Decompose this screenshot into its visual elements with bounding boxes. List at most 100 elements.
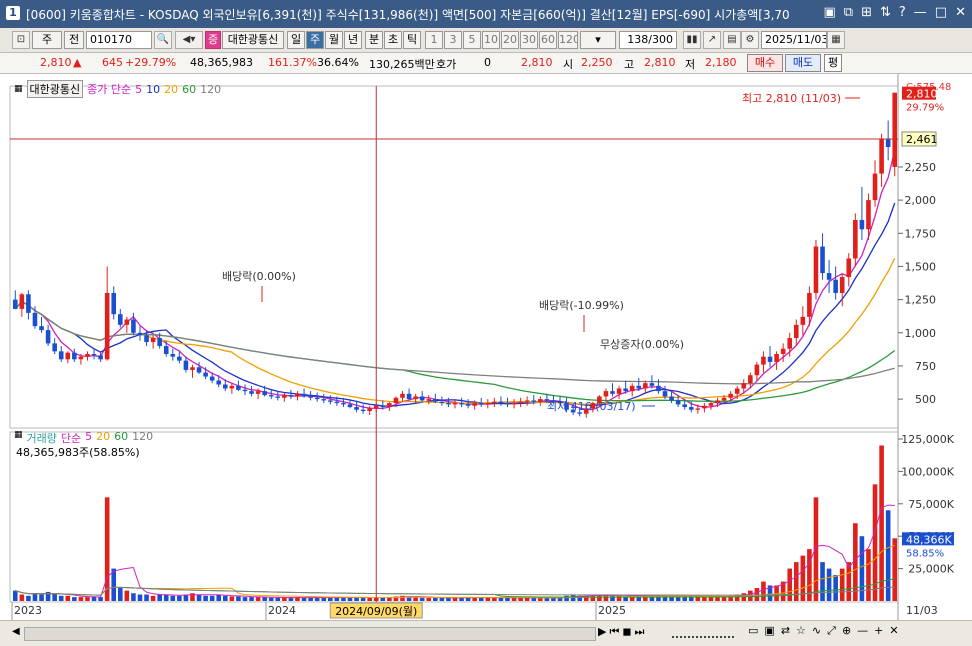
interval-20[interactable]: 20 [501,31,519,49]
date-input[interactable]: 2025/11/03 [761,31,827,49]
count-input[interactable]: 138/300 [619,31,677,49]
box2-icon[interactable]: ▣ [764,624,774,638]
link-icon[interactable]: ▣ [823,5,835,20]
candle-body [859,220,865,230]
cross-icon[interactable]: ✕ [889,624,898,638]
volume-bar [826,568,832,601]
tab-minute[interactable]: 분 [365,31,383,49]
stock-code-input[interactable]: 010170 [86,31,152,49]
first-icon[interactable]: ⏮ [609,625,619,639]
candle-body [669,396,674,401]
x-label-2025: 2025 [598,604,626,617]
minimize-icon[interactable]: — [914,5,927,20]
volume-bar [163,594,169,601]
candle-body [157,338,162,347]
scrollbar-track[interactable] [24,627,596,641]
candle-body [846,258,852,278]
gear-icon[interactable]: ⚙ [741,31,759,49]
star-icon[interactable]: ☆ [796,624,806,638]
candle-body [295,393,300,397]
chart-type-icon[interactable]: ▮▮ [683,31,701,49]
interval-30[interactable]: 30 [520,31,538,49]
tab-month[interactable]: 월 [325,31,343,49]
line-tool-icon[interactable]: ↗ [703,31,721,49]
tab-tick[interactable]: 틱 [403,31,421,49]
candle-body [741,383,747,389]
minus-icon[interactable]: — [857,624,868,638]
candle-body [813,246,819,293]
close-icon[interactable]: ✕ [955,5,966,20]
grid-icon[interactable]: ⊞ [861,5,872,20]
candle-body [131,319,136,333]
candle-body [879,138,884,174]
scroll-left-icon[interactable]: ◀ [12,626,20,637]
candle-body [216,380,222,385]
menu-icon[interactable]: ⊡ [12,31,30,49]
save-icon[interactable]: ▤ [723,31,741,49]
prev-button[interactable]: 전 [64,31,84,49]
interval-60[interactable]: 60 [539,31,557,49]
volume-bar [787,568,793,601]
interval-dropdown[interactable]: ▾ [580,31,616,49]
maximize-icon[interactable]: □ [935,5,947,20]
resize-icon[interactable]: ⤢ [827,624,836,638]
volume-bar [708,597,714,601]
volume-bar [275,597,281,601]
search-icon[interactable]: 🔍 [154,31,172,49]
tab-week[interactable]: 주 [306,31,324,49]
tab-year[interactable]: 년 [344,31,362,49]
swap-icon[interactable]: ⇄ [781,624,790,638]
help-icon[interactable]: ? [899,5,906,20]
candle-body [728,393,733,398]
volume-bar [282,597,287,601]
candle-body [203,372,208,377]
stock-chart[interactable]: 2,2502,0001,7501,5001,2501,000750500C:57… [0,74,972,620]
candle-body [196,367,202,373]
interval-10[interactable]: 10 [482,31,500,49]
average-button[interactable]: 평 [824,54,842,72]
candle-body [780,348,786,354]
interval-3[interactable]: 3 [444,31,462,49]
pin-icon[interactable]: ⇅ [880,5,891,20]
volume-bar [262,597,267,601]
period-select[interactable]: 주 [32,31,62,49]
last-icon[interactable]: ⏭ [635,625,645,639]
interval-120[interactable]: 120 [558,31,578,49]
stop-icon[interactable]: ◼ [622,625,631,639]
candle-body [242,389,248,392]
bottom-bar: ◀ ▶ ⏮ ◼ ⏭ ▭ ▣ ⇄ ☆ ∿ ⤢ ⊕ — + ✕ [0,620,972,646]
zoom-slider[interactable] [672,626,734,638]
volume-bar [866,549,871,601]
restore-icon[interactable]: ⧉ [844,5,853,20]
volume-bar [702,597,707,601]
candle-body [885,138,891,148]
candle-body [485,403,491,405]
rights-annotation: 무상증자(0.00%) [600,338,684,351]
tab-second[interactable]: 초 [384,31,402,49]
candle-body [472,403,477,406]
candle-body [163,346,169,354]
buy-button[interactable]: 매수 [747,54,783,72]
candle-body [767,356,773,362]
candle-body [341,403,346,405]
volume-bar [695,597,701,601]
candle-body [334,401,340,404]
plus-icon[interactable]: + [874,624,883,638]
play-icon[interactable]: ▶ [598,625,606,639]
zoom-icon[interactable]: ⊕ [842,624,851,638]
chart-area[interactable]: 2,2502,0001,7501,5001,2501,000750500C:57… [0,74,972,645]
sell-button[interactable]: 매도 [785,54,821,72]
wave-icon[interactable]: ∿ [812,624,821,638]
box-icon[interactable]: ▭ [748,624,758,638]
calendar-icon[interactable]: ▦ [827,31,845,49]
tab-day[interactable]: 일 [287,31,305,49]
volume-bar [268,597,274,601]
speaker-icon[interactable]: ◀▾ [175,31,203,49]
legend-stock-name[interactable]: 대한광통신 [26,80,84,98]
interval-1[interactable]: 1 [425,31,443,49]
interval-5[interactable]: 5 [463,31,481,49]
candle-body [380,405,386,408]
count-total: /300 [648,33,673,46]
candle-body [124,319,130,325]
price-axis-label: 1,500 [905,260,937,273]
